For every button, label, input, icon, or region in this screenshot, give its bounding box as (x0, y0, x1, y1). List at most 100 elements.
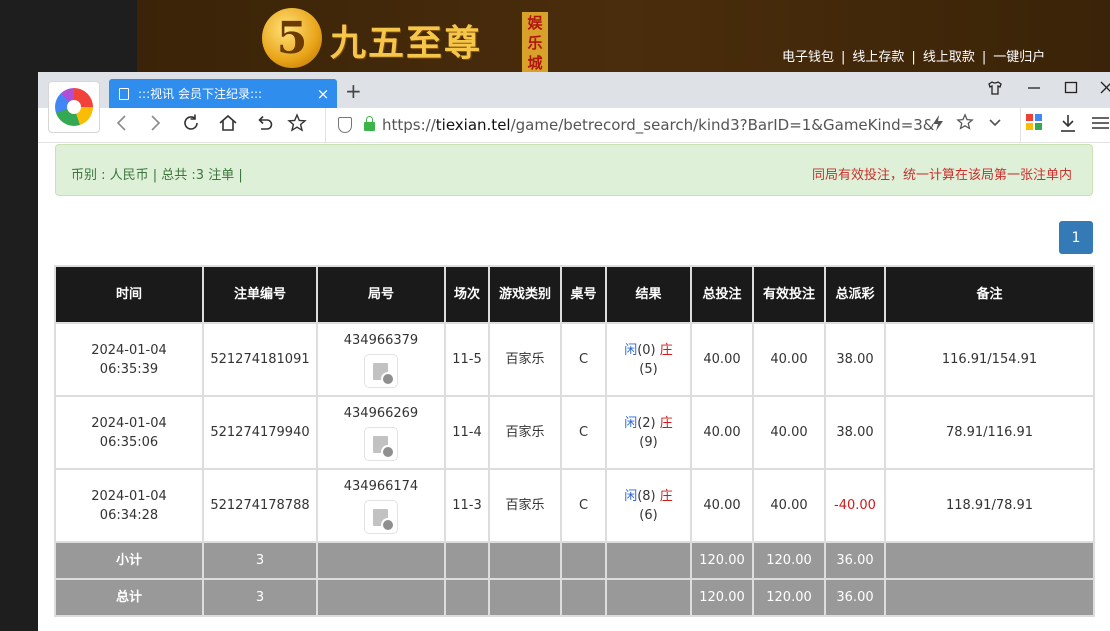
col-valid-bet: 有效投注 (752, 265, 826, 324)
bet-date: 2024-01-04 (91, 415, 167, 431)
subtotal-row: 小计 3 120.00 120.00 36.00 (54, 541, 1095, 580)
col-total-bet: 总投注 (690, 265, 754, 324)
url-text[interactable]: https://tiexian.tel/game/betrecord_searc… (382, 116, 935, 134)
table-row: 2024-01-04 06:35:39 521274181091 43496637… (54, 322, 1095, 397)
app-logo-icon[interactable] (48, 81, 100, 133)
cell-bet-id: 521274178788 (202, 468, 318, 543)
download-icon[interactable] (1059, 113, 1077, 139)
total-label: 总计 (54, 578, 204, 617)
tab-title: :::视讯 会员下注纪录::: (138, 87, 263, 101)
minimize-icon[interactable] (1027, 80, 1041, 98)
round-number: 434966379 (343, 333, 419, 348)
menu-icon[interactable] (1091, 113, 1109, 139)
pagination-page-1[interactable]: 1 (1059, 221, 1093, 254)
site-title: 九五至尊 (330, 22, 483, 64)
empty-cell (884, 541, 1095, 580)
shirt-icon[interactable] (987, 80, 1003, 100)
cell-remark: 78.91/116.91 (884, 395, 1095, 470)
doc-icon (119, 87, 129, 100)
empty-cell (316, 541, 446, 580)
lock-icon[interactable] (364, 116, 375, 131)
total-total-bet: 120.00 (690, 578, 754, 617)
cell-round: 434966174 (316, 468, 446, 543)
video-replay-icon[interactable] (364, 354, 398, 388)
cell-remark: 118.91/78.91 (884, 468, 1095, 543)
table-row: 2024-01-04 06:35:06 521274179940 43496626… (54, 395, 1095, 470)
star-icon[interactable] (287, 113, 307, 139)
cell-time: 2024-01-04 06:34:28 (54, 468, 204, 543)
cell-total-bet: 40.00 (690, 395, 754, 470)
subtotal-label: 小计 (54, 541, 204, 580)
nav-ewallet[interactable]: 电子钱包 (782, 50, 834, 65)
video-replay-icon[interactable] (364, 500, 398, 534)
nav-deposit[interactable]: 线上存款 (852, 50, 904, 65)
bookmark-star-icon[interactable] (956, 113, 974, 136)
nav-separator: | (911, 50, 916, 65)
empty-cell (560, 541, 607, 580)
nav-withdraw[interactable]: 线上取款 (923, 50, 975, 65)
empty-cell (605, 578, 692, 617)
forward-icon[interactable] (148, 113, 162, 139)
site-badge: 娱乐城 (522, 12, 548, 74)
banker-points: (6) (639, 507, 658, 523)
cell-round: 434966379 (316, 322, 446, 397)
bolt-icon[interactable] (932, 114, 944, 136)
new-tab-button[interactable]: + (345, 79, 362, 103)
col-time: 时间 (54, 265, 204, 324)
browser-tab-active[interactable]: :::视讯 会员下注纪录::: × (109, 79, 337, 108)
nav-collect-all[interactable]: 一键归户 (993, 50, 1045, 65)
subtotal-payout: 36.00 (824, 541, 886, 580)
cell-result: 闲(0) 庄 (5) (605, 322, 692, 397)
bet-time: 06:35:39 (99, 361, 159, 377)
currency-summary: 币别 : 人民币 | 总共 :3 注单 | (71, 168, 243, 183)
player-points: (2) (637, 415, 656, 431)
total-count: 3 (202, 578, 318, 617)
cell-time: 2024-01-04 06:35:39 (54, 322, 204, 397)
cell-payout: 38.00 (824, 395, 886, 470)
maximize-icon[interactable] (1064, 80, 1078, 98)
video-replay-icon[interactable] (364, 427, 398, 461)
bet-time: 06:34:28 (99, 507, 159, 523)
banker-label: 庄 (659, 488, 673, 504)
bet-date: 2024-01-04 (91, 488, 167, 504)
empty-cell (605, 541, 692, 580)
home-icon[interactable] (218, 113, 238, 139)
empty-cell (444, 541, 490, 580)
col-result: 结果 (605, 265, 692, 324)
summary-alert: 币别 : 人民币 | 总共 :3 注单 | 同局有效投注，统一计算在该局第一张注… (55, 144, 1093, 196)
shield-icon[interactable] (338, 117, 352, 133)
browser-window: :::视讯 会员下注纪录::: × + https://tiexian.tel/… (38, 72, 1110, 631)
cell-table-no: C (560, 468, 607, 543)
cell-valid-bet: 40.00 (752, 468, 826, 543)
page-content: 币别 : 人民币 | 总共 :3 注单 | 同局有效投注，统一计算在该局第一张注… (38, 144, 1110, 631)
nav-separator: | (981, 50, 987, 65)
browser-toolbar: https://tiexian.tel/game/betrecord_searc… (38, 108, 1110, 143)
reload-icon[interactable] (181, 113, 201, 139)
site-top-nav: 电子钱包 | 线上存款 | 线上取款 | 一键归户 (782, 46, 1045, 65)
cell-session: 11-5 (444, 322, 490, 397)
nav-separator: | (841, 50, 846, 65)
total-row: 总计 3 120.00 120.00 36.00 (54, 578, 1095, 617)
close-icon[interactable]: × (313, 85, 333, 103)
window-close-icon[interactable] (1100, 80, 1110, 98)
cell-total-bet: 40.00 (690, 322, 754, 397)
cell-payout: -40.00 (824, 468, 886, 543)
site-logo-icon: 5 (262, 8, 322, 68)
cell-table-no: C (560, 395, 607, 470)
cell-result: 闲(8) 庄 (6) (605, 468, 692, 543)
url-path: /game/betrecord_search/kind3?BarID=1&Gam… (510, 116, 935, 134)
cell-table-no: C (560, 322, 607, 397)
banker-label: 庄 (659, 342, 673, 358)
apps-icon[interactable] (1025, 113, 1043, 137)
back-icon[interactable] (115, 113, 129, 139)
col-payout: 总派彩 (824, 265, 886, 324)
chevron-down-icon[interactable] (987, 113, 1003, 135)
url-prefix: https:// (382, 116, 436, 134)
bet-date: 2024-01-04 (91, 342, 167, 358)
address-bar[interactable]: https://tiexian.tel/game/betrecord_searc… (325, 108, 1021, 143)
col-table-no: 桌号 (560, 265, 607, 324)
cell-bet-id: 521274181091 (202, 322, 318, 397)
bet-record-table: 时间 注单编号 局号 场次 游戏类别 桌号 结果 总投注 有效投注 总派彩 备注… (54, 265, 1095, 617)
total-valid-bet: 120.00 (752, 578, 826, 617)
undo-icon[interactable] (254, 113, 274, 139)
